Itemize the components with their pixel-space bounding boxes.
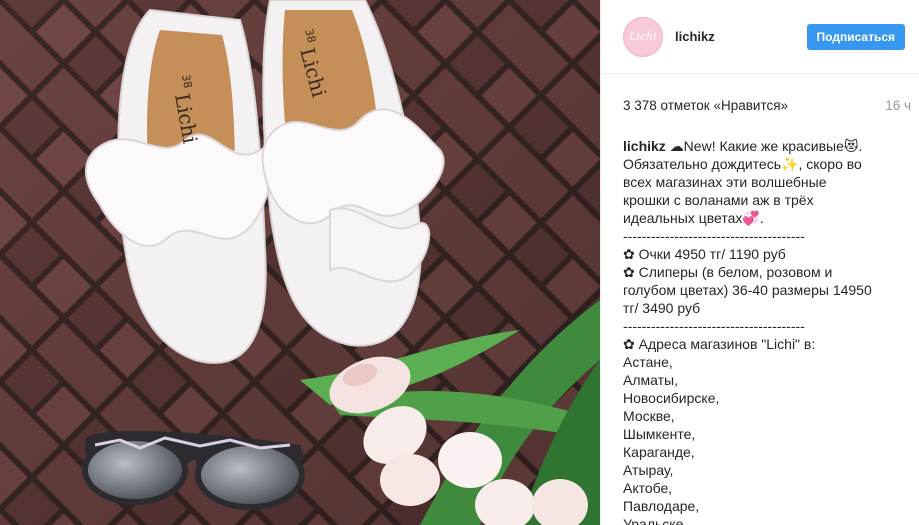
avatar-text: Lichi <box>629 30 657 43</box>
post-photo-illustration: 38 Lichi 38 Lichi <box>0 0 600 525</box>
avatar[interactable]: Lichi <box>623 16 663 57</box>
post-caption: lichikz ☁New! Какие же красивые😻. Обязат… <box>601 113 919 525</box>
username-link[interactable]: lichikz <box>675 29 807 44</box>
caption-text: ☁New! Какие же красивые😻. Обязательно до… <box>623 138 872 525</box>
post-time[interactable]: 16 ч <box>885 98 911 113</box>
follow-button[interactable]: Подписаться <box>806 23 905 50</box>
post-photo[interactable]: 38 Lichi 38 Lichi <box>0 0 600 525</box>
caption-author-link[interactable]: lichikz <box>623 138 666 154</box>
instagram-post-view: 38 Lichi 38 Lichi Lichi lichikz Подписат… <box>0 0 919 525</box>
left-insole-size: 38 <box>179 73 194 89</box>
post-header: Lichi lichikz Подписаться <box>601 0 919 74</box>
likes-row: 3 378 отметок «Нравится» 16 ч <box>601 74 919 113</box>
post-details-panel: Lichi lichikz Подписаться 3 378 отметок … <box>600 0 919 525</box>
likes-count[interactable]: 3 378 отметок «Нравится» <box>623 98 788 113</box>
